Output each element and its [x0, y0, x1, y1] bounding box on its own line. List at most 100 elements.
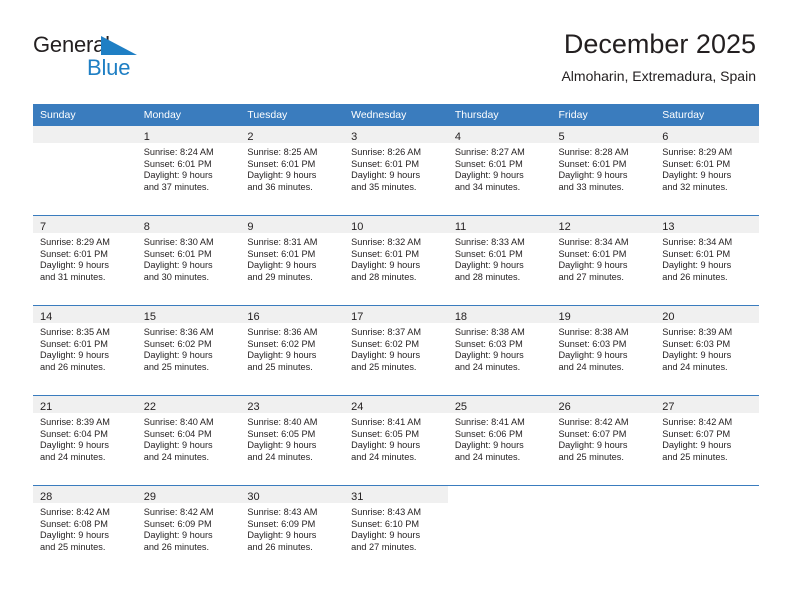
day-number: 29	[143, 491, 156, 503]
day-details: Sunrise: 8:24 AM Sunset: 6:01 PM Daylight:…	[137, 143, 241, 193]
day-detail-line: Sunset: 6:10 PM	[351, 518, 420, 529]
calendar-week-row: 1 Sunrise: 8:24 AM Sunset: 6:01 PM Daylight…	[33, 126, 759, 216]
day-details: Sunrise: 8:39 AM Sunset: 6:03 PM Daylight:…	[655, 323, 759, 373]
calendar-day-cell[interactable]: 3 Sunrise: 8:26 AM Sunset: 6:01 PM Daylight…	[344, 126, 448, 216]
day-detail-line: Daylight: 9 hours	[662, 440, 732, 451]
calendar-day-cell[interactable]: 18 Sunrise: 8:38 AM Sunset: 6:03 PM Dayligh…	[447, 305, 552, 396]
day-detail-line: Sunset: 6:01 PM	[558, 158, 627, 169]
day-number: 10	[351, 221, 364, 233]
calendar-day-cell[interactable]: 4 Sunrise: 8:27 AM Sunset: 6:01 PM Daylight…	[447, 126, 552, 216]
day-detail-line: Sunrise: 8:30 AM	[143, 237, 214, 247]
calendar-empty-cell	[551, 485, 656, 575]
day-detail-line: Sunset: 6:08 PM	[40, 518, 108, 529]
day-detail-line: Sunrise: 8:38 AM	[558, 327, 629, 337]
day-detail-line: Daylight: 9 hours	[40, 350, 109, 361]
day-detail-line: Sunrise: 8:29 AM	[40, 237, 110, 247]
calendar-day-cell[interactable]: 20 Sunrise: 8:39 AM Sunset: 6:03 PM Dayligh…	[655, 305, 759, 396]
calendar-day-cell[interactable]: 19 Sunrise: 8:38 AM Sunset: 6:03 PM Dayligh…	[551, 305, 656, 396]
day-detail-line: Sunset: 6:01 PM	[143, 248, 212, 259]
day-number: 3	[351, 131, 358, 143]
calendar-day-cell[interactable]: 17 Sunrise: 8:37 AM Sunset: 6:02 PM Dayligh…	[344, 305, 448, 396]
calendar-day-cell[interactable]: 26 Sunrise: 8:42 AM Sunset: 6:07 PM Dayligh…	[551, 395, 656, 486]
day-detail-line: Daylight: 9 hours	[558, 260, 628, 271]
day-details: Sunrise: 8:43 AM Sunset: 6:10 PM Daylight:…	[344, 503, 448, 553]
day-details: Sunrise: 8:35 AM Sunset: 6:01 PM Daylight:…	[33, 323, 137, 373]
calendar-day-cell[interactable]: 29 Sunrise: 8:42 AM Sunset: 6:09 PM Dayligh…	[136, 485, 241, 575]
day-number: 27	[662, 401, 675, 413]
calendar-page: General Blue December 2025 Almoharin, Ex…	[0, 0, 792, 612]
calendar-day-cell[interactable]: 6 Sunrise: 8:29 AM Sunset: 6:01 PM Daylight…	[655, 126, 759, 216]
calendar-day-cell[interactable]: 27 Sunrise: 8:42 AM Sunset: 6:07 PM Dayligh…	[655, 395, 759, 486]
day-details: Sunrise: 8:41 AM Sunset: 6:06 PM Daylight:…	[448, 413, 552, 463]
day-number: 21	[40, 401, 53, 413]
calendar-week-row: 14 Sunrise: 8:35 AM Sunset: 6:01 PM Dayligh…	[33, 305, 759, 396]
day-number: 4	[454, 131, 461, 143]
calendar-day-cell[interactable]: 31 Sunrise: 8:43 AM Sunset: 6:10 PM Dayligh…	[344, 485, 448, 575]
day-detail-line: and 26 minutes.	[40, 361, 106, 372]
day-details: Sunrise: 8:38 AM Sunset: 6:03 PM Daylight:…	[552, 323, 656, 373]
weekday-header: Sunday Monday Tuesday Wednesday Thursday…	[33, 104, 759, 126]
day-detail-line: and 25 minutes.	[662, 451, 728, 462]
day-detail-line: Sunrise: 8:42 AM	[40, 507, 110, 517]
day-detail-line: Sunset: 6:01 PM	[558, 248, 627, 259]
day-details: Sunrise: 8:42 AM Sunset: 6:07 PM Daylight:…	[655, 413, 759, 463]
day-details: Sunrise: 8:28 AM Sunset: 6:01 PM Daylight:…	[552, 143, 656, 193]
calendar-day-cell[interactable]: 14 Sunrise: 8:35 AM Sunset: 6:01 PM Dayligh…	[33, 305, 137, 396]
day-number: 22	[143, 401, 156, 413]
day-number: 20	[662, 311, 675, 323]
general-blue-logo[interactable]: General Blue	[33, 32, 203, 86]
calendar-day-cell[interactable]: 8 Sunrise: 8:30 AM Sunset: 6:01 PM Daylight…	[136, 215, 241, 306]
calendar-day-cell[interactable]: 30 Sunrise: 8:43 AM Sunset: 6:09 PM Dayligh…	[240, 485, 345, 575]
calendar-day-cell[interactable]: 5 Sunrise: 8:28 AM Sunset: 6:01 PM Daylight…	[551, 126, 656, 216]
day-detail-line: Daylight: 9 hours	[454, 260, 524, 271]
day-detail-line: Sunset: 6:06 PM	[454, 428, 523, 439]
day-detail-line: Sunrise: 8:40 AM	[143, 417, 214, 427]
day-detail-line: Sunrise: 8:41 AM	[454, 417, 525, 427]
calendar-day-cell[interactable]: 16 Sunrise: 8:36 AM Sunset: 6:02 PM Dayligh…	[240, 305, 345, 396]
calendar-day-cell[interactable]: 11 Sunrise: 8:33 AM Sunset: 6:01 PM Dayligh…	[447, 215, 552, 306]
day-detail-line: Daylight: 9 hours	[662, 350, 732, 361]
calendar-day-cell[interactable]: 13 Sunrise: 8:34 AM Sunset: 6:01 PM Dayligh…	[655, 215, 759, 306]
calendar-day-cell[interactable]: 1 Sunrise: 8:24 AM Sunset: 6:01 PM Daylight…	[136, 126, 241, 216]
calendar-day-cell[interactable]: 2 Sunrise: 8:25 AM Sunset: 6:01 PM Daylight…	[240, 126, 345, 216]
calendar-day-cell[interactable]: 25 Sunrise: 8:41 AM Sunset: 6:06 PM Dayligh…	[447, 395, 552, 486]
calendar-day-cell[interactable]: 12 Sunrise: 8:34 AM Sunset: 6:01 PM Dayligh…	[551, 215, 656, 306]
calendar-week-row: 28 Sunrise: 8:42 AM Sunset: 6:08 PM Dayligh…	[33, 485, 759, 575]
calendar-day-cell[interactable]: 28 Sunrise: 8:42 AM Sunset: 6:08 PM Dayligh…	[33, 485, 137, 575]
day-number: 5	[558, 131, 565, 143]
day-details: Sunrise: 8:40 AM Sunset: 6:05 PM Daylight:…	[240, 413, 344, 463]
day-detail-line: and 29 minutes.	[247, 271, 313, 282]
calendar-day-cell[interactable]: 21 Sunrise: 8:39 AM Sunset: 6:04 PM Dayligh…	[33, 395, 137, 486]
calendar-day-cell[interactable]: 23 Sunrise: 8:40 AM Sunset: 6:05 PM Dayligh…	[240, 395, 345, 486]
day-number: 15	[143, 311, 156, 323]
day-detail-line: Sunrise: 8:37 AM	[351, 327, 422, 337]
calendar-day-cell[interactable]: 15 Sunrise: 8:36 AM Sunset: 6:02 PM Dayligh…	[136, 305, 241, 396]
day-detail-line: Sunrise: 8:28 AM	[558, 147, 629, 157]
day-details: Sunrise: 8:25 AM Sunset: 6:01 PM Daylight:…	[240, 143, 344, 193]
day-detail-line: Sunrise: 8:33 AM	[454, 237, 525, 247]
day-detail-line: Daylight: 9 hours	[351, 440, 421, 451]
day-details	[448, 503, 552, 507]
day-detail-line: Daylight: 9 hours	[247, 440, 317, 451]
logo-text-blue: Blue	[87, 55, 131, 80]
calendar-day-cell[interactable]: 7 Sunrise: 8:29 AM Sunset: 6:01 PM Daylight…	[33, 215, 137, 306]
day-detail-line: Sunrise: 8:26 AM	[351, 147, 422, 157]
day-detail-line: and 36 minutes.	[247, 181, 313, 192]
calendar-day-cell[interactable]: 24 Sunrise: 8:41 AM Sunset: 6:05 PM Dayligh…	[344, 395, 448, 486]
day-detail-line: and 26 minutes.	[662, 271, 728, 282]
day-detail-line: Sunset: 6:01 PM	[662, 158, 731, 169]
day-detail-line: Daylight: 9 hours	[247, 260, 317, 271]
day-details	[655, 503, 759, 507]
day-detail-line: and 25 minutes.	[143, 361, 210, 372]
weekday-header-saturday: Saturday	[655, 104, 759, 126]
day-details: Sunrise: 8:34 AM Sunset: 6:01 PM Daylight:…	[655, 233, 759, 283]
day-detail-line: Daylight: 9 hours	[454, 170, 524, 181]
calendar-day-cell[interactable]: 10 Sunrise: 8:32 AM Sunset: 6:01 PM Dayligh…	[344, 215, 448, 306]
day-detail-line: Sunset: 6:07 PM	[558, 428, 627, 439]
day-number: 1	[143, 131, 150, 143]
day-detail-line: Sunrise: 8:25 AM	[247, 147, 318, 157]
day-detail-line: Sunrise: 8:31 AM	[247, 237, 318, 247]
calendar-day-cell[interactable]: 22 Sunrise: 8:40 AM Sunset: 6:04 PM Dayligh…	[136, 395, 241, 486]
calendar-day-cell[interactable]: 9 Sunrise: 8:31 AM Sunset: 6:01 PM Daylight…	[240, 215, 345, 306]
day-details: Sunrise: 8:37 AM Sunset: 6:02 PM Daylight:…	[344, 323, 448, 373]
